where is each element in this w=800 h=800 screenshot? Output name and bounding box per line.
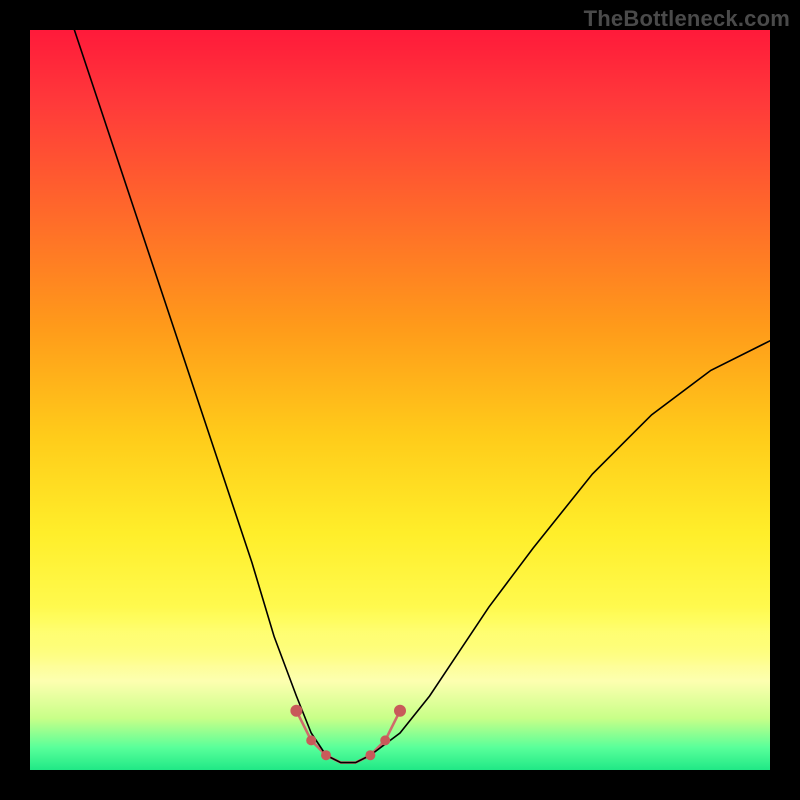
right-edge-marker — [394, 705, 406, 717]
right-mid-marker — [380, 735, 390, 745]
plot-area — [30, 30, 770, 770]
bottleneck-curve — [74, 30, 770, 763]
min-region-end — [365, 750, 375, 760]
watermark-text: TheBottleneck.com — [584, 6, 790, 32]
min-region-start — [321, 750, 331, 760]
chart-frame: TheBottleneck.com — [0, 0, 800, 800]
left-mid-marker — [306, 735, 316, 745]
left-edge-marker — [290, 705, 302, 717]
curve-svg — [30, 30, 770, 770]
